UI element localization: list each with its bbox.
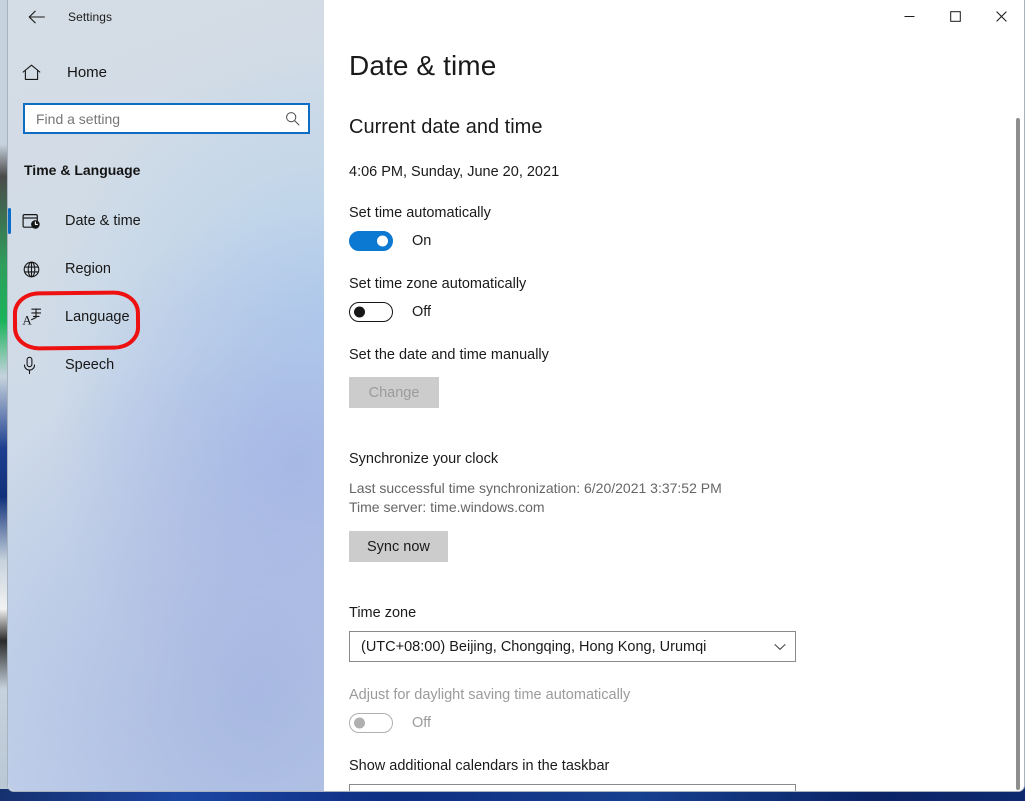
sidebar-nav-list: Date & time Region A <box>8 197 324 389</box>
sidebar-item-region-label: Region <box>65 261 111 277</box>
set-timezone-auto-toggle[interactable] <box>349 302 393 322</box>
time-zone-value: (UTC+08:00) Beijing, Chongqing, Hong Kon… <box>361 639 774 655</box>
time-zone-label: Time zone <box>349 605 1024 621</box>
sidebar-item-language[interactable]: A Language <box>8 293 324 341</box>
back-arrow-icon <box>28 10 45 24</box>
sidebar-item-speech-label: Speech <box>65 357 114 373</box>
set-time-auto-row: On <box>349 231 1024 251</box>
sidebar-item-region[interactable]: Region <box>8 245 324 293</box>
sidebar-item-home[interactable]: Home <box>8 55 324 89</box>
daylight-saving-row: Off <box>349 713 1024 733</box>
search-box[interactable] <box>23 103 310 134</box>
sidebar-item-language-label: Language <box>65 309 130 325</box>
chevron-down-icon <box>774 643 786 651</box>
set-timezone-auto-state: Off <box>412 304 431 320</box>
search-icon[interactable] <box>285 111 300 126</box>
sidebar-item-date-time[interactable]: Date & time <box>8 197 324 245</box>
minimize-button[interactable] <box>886 0 932 32</box>
home-icon <box>22 64 54 81</box>
daylight-saving-toggle[interactable] <box>349 713 393 733</box>
page-title: Date & time <box>349 50 1024 82</box>
vertical-scrollbar[interactable] <box>1016 118 1020 790</box>
set-timezone-auto-row: Off <box>349 302 1024 322</box>
sidebar-item-date-time-label: Date & time <box>65 213 141 229</box>
time-server-text: Time server: time.windows.com <box>349 498 1024 517</box>
set-time-auto-label: Set time automatically <box>349 205 1024 221</box>
language-icon: A <box>22 307 52 327</box>
sidebar: Settings Home Time & Language <box>8 0 324 791</box>
window-titlebar-left: Settings <box>8 0 324 33</box>
main-content-pane: Date & time Current date and time 4:06 P… <box>324 0 1024 791</box>
close-button[interactable] <box>978 0 1024 32</box>
app-title: Settings <box>68 10 112 24</box>
back-button[interactable] <box>19 2 53 32</box>
sync-clock-heading: Synchronize your clock <box>349 451 1024 467</box>
set-time-auto-state: On <box>412 233 431 249</box>
settings-window: Settings Home Time & Language <box>7 0 1025 792</box>
selection-indicator <box>8 208 11 234</box>
sidebar-section-title: Time & Language <box>8 162 324 178</box>
additional-calendars-label: Show additional calendars in the taskbar <box>349 758 1024 774</box>
time-zone-dropdown[interactable]: (UTC+08:00) Beijing, Chongqing, Hong Kon… <box>349 631 796 662</box>
additional-calendars-dropdown[interactable]: Don't show additional calendars <box>349 784 796 791</box>
window-controls <box>886 0 1024 32</box>
daylight-saving-label: Adjust for daylight saving time automati… <box>349 687 1024 703</box>
sidebar-item-speech[interactable]: Speech <box>8 341 324 389</box>
calendar-clock-icon <box>22 212 52 230</box>
sidebar-item-home-label: Home <box>67 64 107 81</box>
set-time-auto-toggle[interactable] <box>349 231 393 251</box>
globe-icon <box>22 260 52 279</box>
current-datetime-value: 4:06 PM, Sunday, June 20, 2021 <box>349 164 1024 180</box>
microphone-icon <box>22 356 52 375</box>
settings-content: Date & time Current date and time 4:06 P… <box>324 0 1024 791</box>
set-timezone-auto-label: Set time zone automatically <box>349 276 1024 292</box>
change-button[interactable]: Change <box>349 377 439 408</box>
sync-now-button[interactable]: Sync now <box>349 531 448 562</box>
maximize-button[interactable] <box>932 0 978 32</box>
current-date-time-heading: Current date and time <box>349 116 1024 139</box>
svg-text:A: A <box>22 312 32 327</box>
last-sync-text: Last successful time synchronization: 6/… <box>349 479 1024 498</box>
set-manually-label: Set the date and time manually <box>349 347 1024 363</box>
daylight-saving-state: Off <box>412 715 431 731</box>
search-input[interactable] <box>36 111 285 127</box>
